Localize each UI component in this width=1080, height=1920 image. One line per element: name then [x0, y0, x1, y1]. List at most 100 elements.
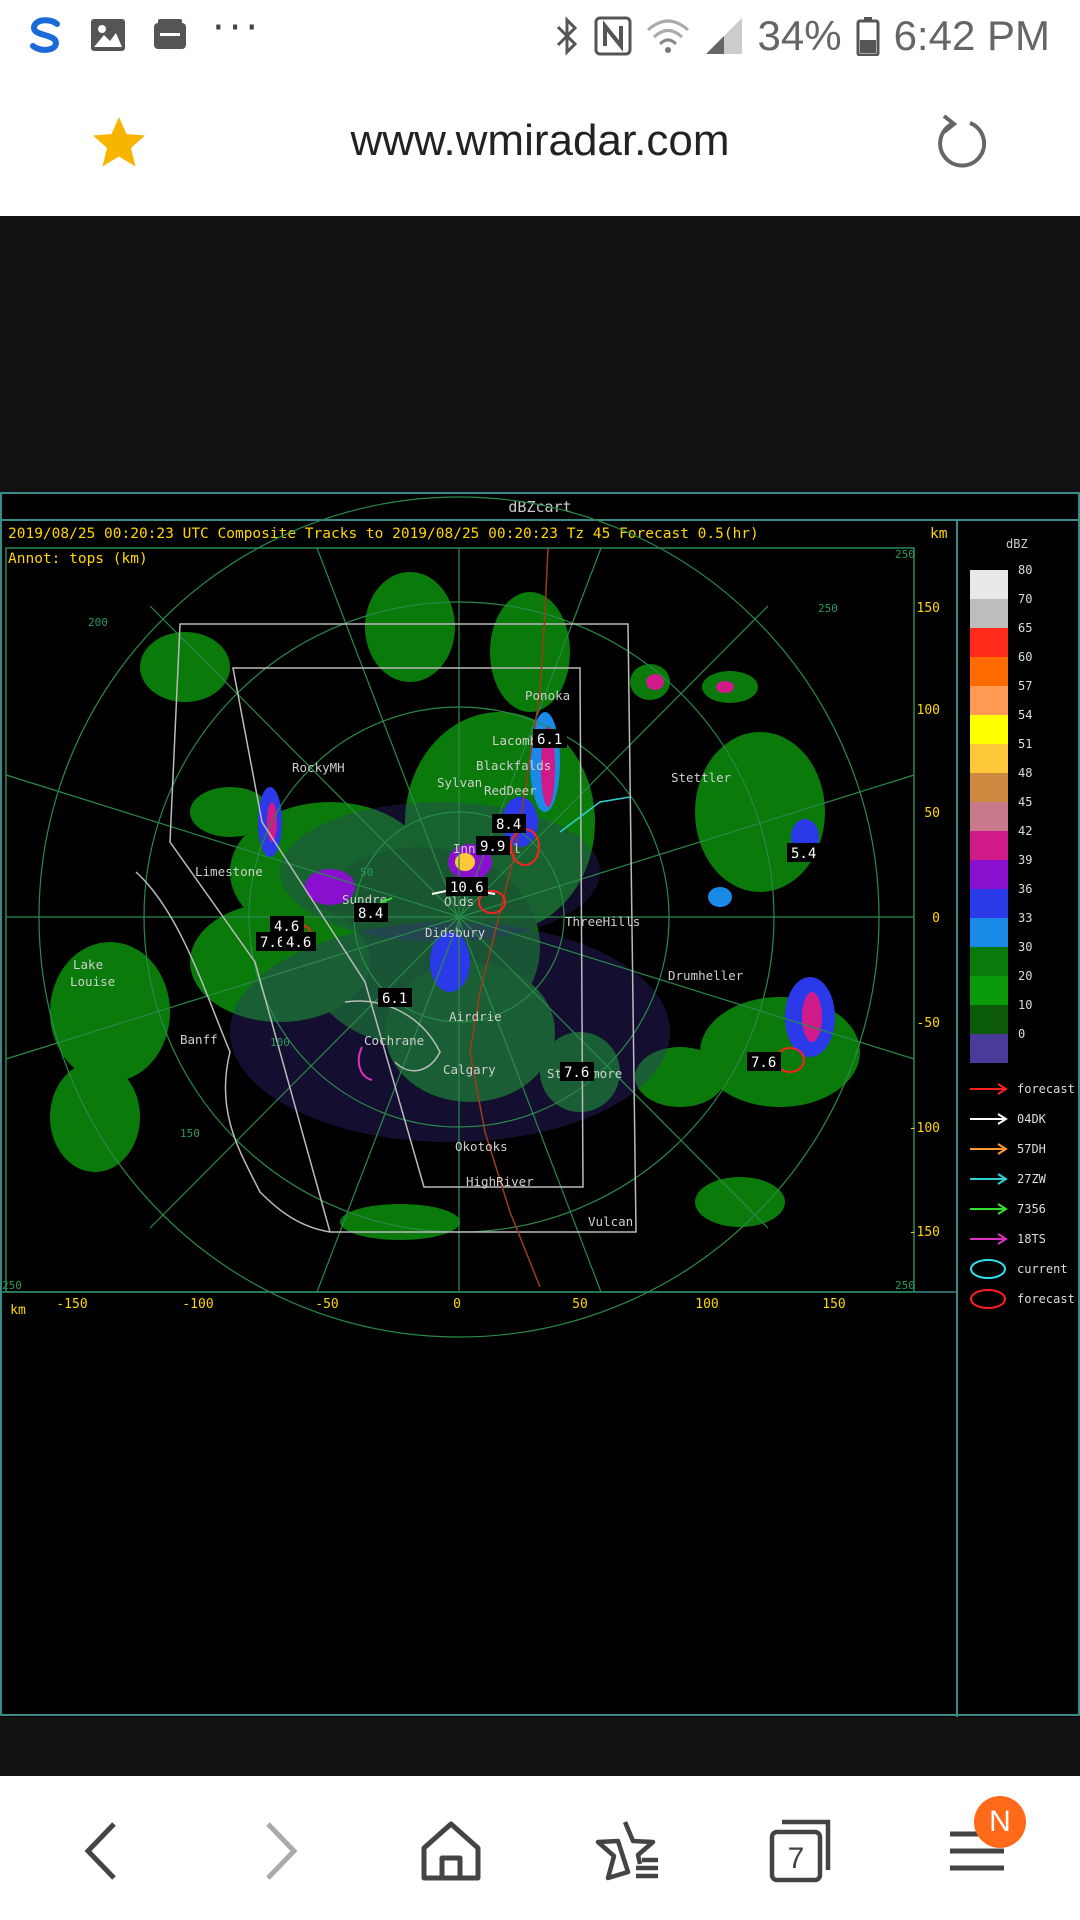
storm-top: 4.6: [286, 935, 311, 951]
legend-swatch: [970, 860, 1008, 889]
storm-top: 6.1: [382, 991, 407, 1007]
legend-swatch: [970, 628, 1008, 657]
storm-top: 8.4: [496, 817, 521, 833]
track-legend-label: forecast: [1017, 1292, 1075, 1306]
x-tick: -150: [56, 1297, 87, 1312]
legend-level: 0: [1018, 1027, 1025, 1041]
legend-level: 30: [1018, 940, 1032, 954]
y-tick: 150: [917, 601, 940, 616]
legend-level: 45: [1018, 795, 1032, 809]
storm-top: 9.9: [480, 839, 505, 855]
ring-label-100: 100: [270, 1036, 290, 1049]
legend-title: dBZ: [1006, 537, 1028, 551]
place-reddeer: RedDeer: [484, 783, 537, 798]
storm-top: 7.6: [564, 1065, 589, 1081]
x-tick: -100: [182, 1297, 213, 1312]
status-right: 34% 6:42 PM: [554, 12, 1050, 60]
browser-toolbar: www.wmiradar.com: [0, 72, 1080, 216]
s-app-icon: [30, 17, 60, 53]
legend-level: 51: [1018, 737, 1032, 751]
legend-level: 20: [1018, 969, 1032, 983]
place-didsbury: Didsbury: [425, 925, 486, 940]
place-vulcan: Vulcan: [588, 1214, 633, 1229]
legend-swatch: [970, 1034, 1008, 1063]
track-legend-label: forecast: [1017, 1082, 1075, 1096]
x-axis-unit: km: [10, 1303, 26, 1318]
legend-swatch: [970, 802, 1008, 831]
place-threehills: ThreeHills: [565, 914, 640, 929]
place-cochrane: Cochrane: [364, 1033, 424, 1048]
legend-level: 54: [1018, 708, 1032, 722]
legend-swatch: [970, 715, 1008, 744]
corner-label-tr: 250: [895, 548, 915, 561]
legend-swatch: [970, 657, 1008, 686]
x-tick: 100: [695, 1297, 718, 1312]
legend-level: 10: [1018, 998, 1032, 1012]
legend-level: 36: [1018, 882, 1032, 896]
page-content: dBZcart 2019/08/25 00:20:23 UTC Composit…: [0, 216, 1080, 1776]
bluetooth-icon: [556, 16, 577, 56]
corner-label-br: 250: [818, 602, 838, 615]
bookmarks-icon[interactable]: [592, 1816, 662, 1886]
place-airdrie: Airdrie: [449, 1009, 502, 1024]
notification-badge: N: [974, 1796, 1026, 1848]
place-olds: Olds: [444, 894, 474, 909]
legend-level: 57: [1018, 679, 1032, 693]
y-tick: 0: [932, 911, 940, 926]
battery-percent: 34%: [757, 12, 842, 59]
track-legend-label: 57DH: [1017, 1142, 1046, 1156]
storm-top: 8.4: [358, 906, 383, 922]
track-legend-label: 18TS: [1017, 1232, 1046, 1246]
legend-level: 70: [1018, 592, 1032, 606]
y-tick: -50: [917, 1016, 940, 1031]
legend-level: 60: [1018, 650, 1032, 664]
place-banff: Banff: [180, 1032, 218, 1047]
place-limestone: Limestone: [195, 864, 263, 879]
storm-top: 5.4: [791, 846, 816, 862]
track-legend-label: 04DK: [1017, 1112, 1047, 1126]
place-rockymh: RockyMH: [292, 760, 345, 775]
url-field[interactable]: www.wmiradar.com: [0, 116, 1080, 166]
place-okotoks: Okotoks: [455, 1139, 508, 1154]
legend-swatch: [970, 889, 1008, 918]
place-drumheller: Drumheller: [668, 968, 744, 983]
more-notifications-icon: ···: [212, 5, 263, 51]
home-icon[interactable]: [416, 1816, 486, 1886]
place-stettler: Stettler: [671, 770, 732, 785]
radar-image: dBZcart 2019/08/25 00:20:23 UTC Composit…: [0, 492, 1080, 1717]
reload-icon[interactable]: [930, 112, 992, 174]
corner-label-bl: 250: [895, 1279, 915, 1292]
radar-header: 2019/08/25 00:20:23 UTC Composite Tracks…: [8, 526, 759, 542]
storm-top: 6.1: [537, 732, 562, 748]
legend-swatch: [970, 686, 1008, 715]
legend-swatch: [970, 744, 1008, 773]
corner-label-tl: 250: [2, 1279, 22, 1292]
y-tick: 100: [917, 703, 940, 718]
storm-top: 10.6: [450, 880, 484, 896]
ring-label-150: 150: [180, 1127, 200, 1140]
place-highriver: HighRiver: [466, 1174, 534, 1189]
ring-label-200: 200: [88, 616, 108, 629]
place-sylvan: Sylvan: [437, 775, 482, 790]
track-legend-label: current: [1017, 1262, 1068, 1276]
storm-top: 7.6: [751, 1055, 776, 1071]
tabs-icon[interactable]: 7: [766, 1816, 836, 1886]
x-tick: -50: [315, 1297, 338, 1312]
place-ponoka: Ponoka: [525, 688, 570, 703]
radar-annotation: Annot: tops (km): [8, 551, 148, 567]
legend-swatch: [970, 918, 1008, 947]
status-bar: ··· 34% 6:42 PM: [0, 0, 1080, 72]
place-blackfalds: Blackfalds: [476, 758, 551, 773]
place-louise: Louise: [70, 974, 115, 989]
x-tick: 150: [822, 1297, 845, 1312]
track-legend-label: 27ZW: [1017, 1172, 1047, 1186]
back-icon[interactable]: [68, 1816, 138, 1886]
y-tick: -150: [909, 1225, 940, 1240]
legend-swatches: [970, 570, 1008, 1063]
legend-level: 39: [1018, 853, 1032, 867]
forward-icon[interactable]: [244, 1816, 314, 1886]
legend-swatch: [970, 1005, 1008, 1034]
wifi-icon: [646, 19, 689, 53]
clock: 6:42 PM: [893, 12, 1050, 59]
battery-icon: [856, 17, 880, 56]
